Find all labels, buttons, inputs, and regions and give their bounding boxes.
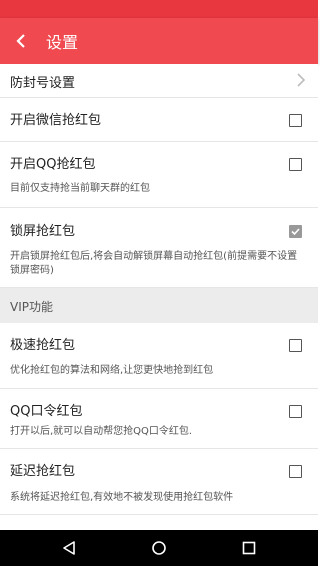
wechat-checkbox[interactable] xyxy=(289,114,302,127)
setting-title: 开启微信抢红包 xyxy=(10,113,102,128)
check-icon xyxy=(291,228,300,236)
setting-row-wechat[interactable]: 开启微信抢红包 xyxy=(0,98,318,142)
qq-checkbox[interactable] xyxy=(289,158,302,171)
setting-row-fast[interactable]: 极速抢红包 优化抢红包的算法和网络,让您更快地抢到红包 xyxy=(0,323,318,389)
setting-row-lockscreen[interactable]: 锁屏抢红包 开启锁屏抢红包后,将会自动解锁屏幕自动抢红包(前提需要不设置锁屏密码… xyxy=(0,208,318,288)
triangle-back-icon xyxy=(63,541,75,555)
back-arrow-icon xyxy=(16,34,25,48)
settings-list[interactable]: 防封号设置 开启微信抢红包 开启QQ抢红包 目前仅支持抢当前聊天群的红包 锁屏抢… xyxy=(0,64,318,530)
setting-title: 开启QQ抢红包 xyxy=(10,157,96,172)
setting-title: 锁屏抢红包 xyxy=(10,224,76,239)
nav-back-button[interactable] xyxy=(39,530,99,566)
setting-title: 极速抢红包 xyxy=(10,338,76,353)
qq-password-checkbox[interactable] xyxy=(289,405,302,418)
setting-description: 开启锁屏抢红包后,将会自动解锁屏幕自动抢红包(前提需要不设置锁屏密码) xyxy=(10,251,298,276)
setting-row-partial[interactable] xyxy=(0,515,318,530)
nav-recents-button[interactable] xyxy=(219,530,279,566)
setting-row-delay[interactable]: 延迟抢红包 系统将延迟抢红包,有效地不被发现使用抢红包软件 xyxy=(0,449,318,515)
section-label: VIP功能 xyxy=(10,300,53,314)
navigation-bar xyxy=(0,530,318,566)
setting-description: 打开以后,就可以自动帮您抢QQ口令红包. xyxy=(10,426,193,437)
setting-row-qq[interactable]: 开启QQ抢红包 目前仅支持抢当前聊天群的红包 xyxy=(0,142,318,208)
setting-row-qq-password[interactable]: QQ口令红包 打开以后,就可以自动帮您抢QQ口令红包. xyxy=(0,389,318,449)
setting-title: 延迟抢红包 xyxy=(10,464,76,479)
setting-row-anti-ban[interactable]: 防封号设置 xyxy=(0,64,318,98)
square-recents-icon xyxy=(242,541,256,555)
setting-title: QQ口令红包 xyxy=(10,404,83,419)
fast-checkbox[interactable] xyxy=(289,339,302,352)
setting-title: 防封号设置 xyxy=(10,76,76,91)
page-title: 设置 xyxy=(46,33,79,52)
setting-description: 目前仅支持抢当前聊天群的红包 xyxy=(10,183,150,194)
toolbar: 设置 xyxy=(0,18,318,64)
nav-home-button[interactable] xyxy=(129,530,189,566)
status-bar xyxy=(0,0,318,18)
back-button[interactable] xyxy=(0,18,42,64)
setting-description: 系统将延迟抢红包,有效地不被发现使用抢红包软件 xyxy=(10,492,234,503)
setting-description: 优化抢红包的算法和网络,让您更快地抢到红包 xyxy=(10,365,214,376)
lockscreen-checkbox[interactable] xyxy=(289,225,302,238)
chevron-right-icon xyxy=(297,73,306,87)
section-header-vip: VIP功能 xyxy=(0,288,318,323)
delay-checkbox[interactable] xyxy=(289,465,302,478)
circle-home-icon xyxy=(152,541,166,555)
